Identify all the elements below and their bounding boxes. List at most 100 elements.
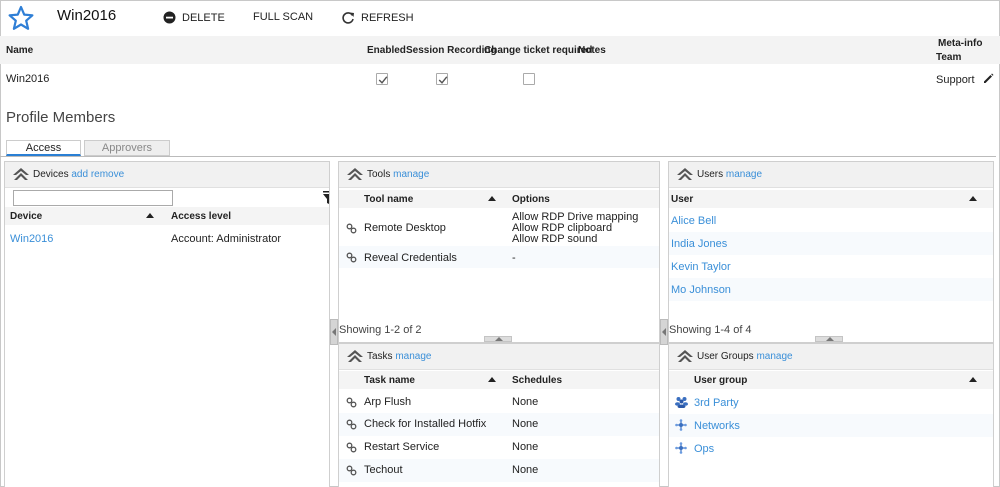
user-group-link[interactable]: Networks bbox=[694, 420, 740, 432]
devices-title-wrap: Devices add remove bbox=[33, 169, 124, 180]
tool-name: Remote Desktop bbox=[364, 222, 446, 234]
list-item[interactable]: Alice Bell bbox=[669, 209, 993, 232]
tools-resize-grip[interactable] bbox=[484, 336, 512, 342]
task-name: Check for Installed Hotfix bbox=[364, 418, 487, 430]
user-groups-panel-header: User Groups manage bbox=[669, 344, 993, 370]
user-group-link[interactable]: 3rd Party bbox=[694, 397, 739, 409]
minus-circle-icon bbox=[163, 11, 176, 24]
user-link[interactable]: India Jones bbox=[671, 238, 727, 250]
col-task-name[interactable]: Task name bbox=[364, 375, 415, 386]
col-user-group[interactable]: User group bbox=[694, 375, 747, 386]
tools-panel-header: Tools manage bbox=[339, 162, 659, 188]
user-group-link[interactable]: Ops bbox=[694, 443, 714, 455]
right-splitter-handle[interactable] bbox=[660, 319, 668, 345]
sort-asc-icon[interactable] bbox=[488, 377, 496, 382]
sort-asc-icon[interactable] bbox=[488, 196, 496, 201]
col-user[interactable]: User bbox=[671, 194, 693, 205]
sort-asc-icon[interactable] bbox=[146, 213, 154, 218]
full-scan-button[interactable]: FULL SCAN bbox=[253, 11, 313, 23]
refresh-button[interactable]: REFRESH bbox=[341, 11, 414, 25]
col-change-ticket: Change ticket required bbox=[484, 45, 593, 56]
user-link[interactable]: Mo Johnson bbox=[671, 284, 731, 296]
session-recording-checkbox[interactable] bbox=[436, 73, 448, 85]
link-gear-icon bbox=[346, 252, 357, 263]
sort-asc-icon[interactable] bbox=[969, 377, 977, 382]
list-item[interactable]: Networks bbox=[669, 414, 993, 437]
tasks-panel-header: Tasks manage bbox=[339, 344, 659, 370]
user-groups-panel: User Groups manage User group 3rd Party … bbox=[668, 343, 994, 487]
enabled-checkbox[interactable] bbox=[376, 73, 388, 85]
users-panel: Users manage User Alice Bell India Jones… bbox=[668, 161, 994, 343]
header: Win2016 DELETE FULL SCAN REFRESH bbox=[0, 0, 1000, 36]
table-row[interactable]: Restart Service None bbox=[339, 436, 659, 459]
tasks-title-wrap: Tasks manage bbox=[367, 351, 431, 362]
delete-button[interactable]: DELETE bbox=[163, 11, 225, 24]
list-item[interactable]: Mo Johnson bbox=[669, 278, 993, 301]
collapse-chevron-icon[interactable] bbox=[677, 168, 693, 180]
access-level-value: Account: Administrator bbox=[171, 233, 282, 245]
sort-asc-icon[interactable] bbox=[969, 196, 977, 201]
table-row[interactable]: Check for Installed Hotfix None bbox=[339, 413, 659, 436]
left-splitter-handle[interactable] bbox=[330, 319, 338, 345]
pencil-icon[interactable] bbox=[983, 73, 994, 84]
collapse-chevron-icon[interactable] bbox=[13, 168, 29, 180]
link-gear-icon bbox=[346, 397, 357, 408]
tools-manage-link[interactable]: manage bbox=[393, 169, 429, 180]
device-link[interactable]: Win2016 bbox=[10, 233, 53, 245]
delete-label: DELETE bbox=[182, 11, 225, 24]
tools-title: Tools bbox=[367, 169, 391, 180]
table-row[interactable]: Arp Flush None bbox=[339, 391, 659, 413]
people-group-icon bbox=[675, 397, 688, 408]
devices-panel-header: Devices add remove bbox=[5, 162, 329, 188]
link-gear-icon bbox=[346, 419, 357, 430]
col-name: Name bbox=[6, 45, 34, 56]
user-groups-title: User Groups bbox=[697, 351, 754, 362]
list-item[interactable]: Ops bbox=[669, 437, 993, 460]
profile-table-header: Name Enabled Session Recording Change ti… bbox=[0, 36, 1000, 64]
col-team: Team bbox=[936, 52, 962, 63]
table-row[interactable]: Reveal Credentials - bbox=[339, 246, 659, 268]
user-groups-column-header: User group bbox=[669, 371, 993, 389]
list-item[interactable]: 3rd Party bbox=[669, 391, 993, 414]
col-schedules[interactable]: Schedules bbox=[512, 375, 562, 386]
tools-column-header: Tool name Options bbox=[339, 190, 659, 208]
user-groups-manage-link[interactable]: manage bbox=[756, 351, 792, 362]
col-device[interactable]: Device bbox=[10, 211, 42, 222]
users-showing-count: Showing 1-4 of 4 bbox=[669, 324, 752, 336]
tasks-column-header: Task name Schedules bbox=[339, 371, 659, 389]
list-item[interactable]: India Jones bbox=[669, 232, 993, 255]
user-link[interactable]: Alice Bell bbox=[671, 215, 716, 227]
collapse-chevron-icon[interactable] bbox=[677, 350, 693, 362]
list-item[interactable]: Kevin Taylor bbox=[669, 255, 993, 278]
users-title-wrap: Users manage bbox=[697, 169, 762, 180]
profile-name: Win2016 bbox=[6, 73, 50, 85]
change-ticket-checkbox[interactable] bbox=[523, 73, 535, 85]
users-resize-grip[interactable] bbox=[815, 336, 843, 342]
tab-access[interactable]: Access bbox=[6, 140, 81, 156]
col-tool-name[interactable]: Tool name bbox=[364, 194, 413, 205]
collapse-chevron-icon[interactable] bbox=[347, 350, 363, 362]
profile-members-title: Profile Members bbox=[6, 109, 116, 126]
filter-icon[interactable] bbox=[323, 191, 330, 205]
table-row[interactable]: Remote Desktop Allow RDP Drive mapping A… bbox=[339, 209, 659, 245]
col-enabled: Enabled bbox=[367, 45, 406, 56]
star-icon[interactable] bbox=[8, 5, 34, 31]
task-schedule: None bbox=[512, 418, 539, 430]
users-manage-link[interactable]: manage bbox=[726, 169, 762, 180]
table-row[interactable]: Techout None bbox=[339, 459, 659, 482]
col-options[interactable]: Options bbox=[512, 194, 550, 205]
col-access-level[interactable]: Access level bbox=[171, 211, 231, 222]
device-filter-input[interactable] bbox=[13, 190, 173, 206]
devices-panel: Devices add remove Device Access level W… bbox=[4, 161, 330, 487]
task-name: Techout bbox=[364, 464, 403, 476]
collapse-chevron-icon[interactable] bbox=[347, 168, 363, 180]
user-groups-title-wrap: User Groups manage bbox=[697, 351, 793, 362]
task-schedule: None bbox=[512, 396, 539, 408]
table-row[interactable]: Win2016 Account: Administrator bbox=[5, 228, 329, 250]
tasks-manage-link[interactable]: manage bbox=[395, 351, 431, 362]
link-gear-icon bbox=[346, 223, 357, 234]
devices-add-link[interactable]: add bbox=[71, 169, 88, 180]
tab-approvers[interactable]: Approvers bbox=[84, 140, 170, 156]
user-link[interactable]: Kevin Taylor bbox=[671, 261, 731, 273]
devices-remove-link[interactable]: remove bbox=[91, 169, 124, 180]
